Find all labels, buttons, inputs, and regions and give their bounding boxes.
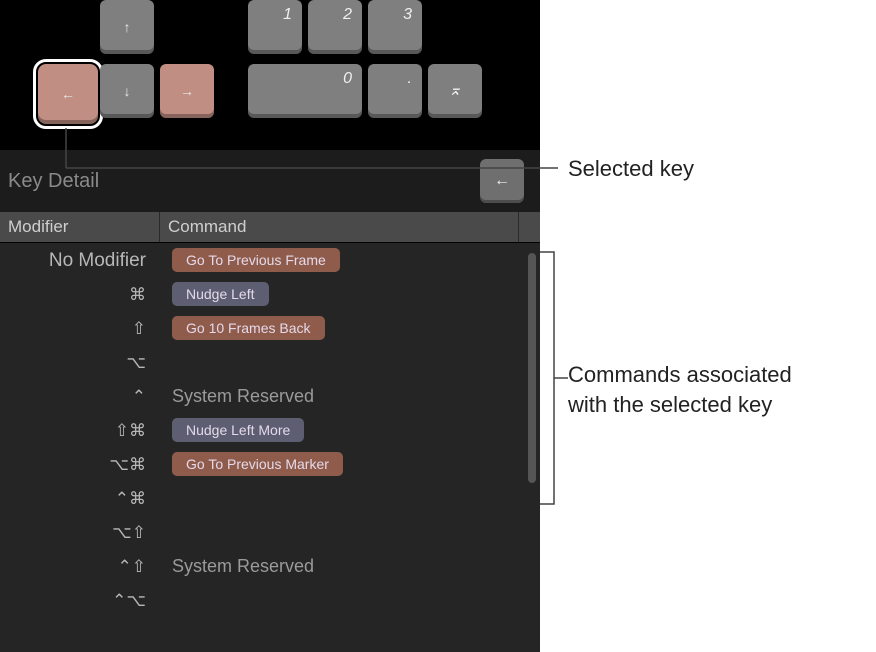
enter-icon: ⌅ [428,80,482,100]
command-pill[interactable]: Nudge Left More [172,418,304,442]
key-left-arrow[interactable]: ← [38,64,98,124]
numpad-2-label: 2 [343,6,352,24]
table-row[interactable]: ⌥⌘ Go To Previous Marker [0,447,540,481]
table-row[interactable]: ⌥⇧ [0,515,540,549]
system-reserved-label: System Reserved [172,386,314,407]
command-cell: Go 10 Frames Back [160,316,540,340]
key-right-arrow[interactable]: → [160,64,214,118]
modifier-cell: ⌃ [0,388,160,405]
right-arrow-icon: → [180,83,194,99]
numpad-dot-label: . [408,70,412,88]
column-header-row: Modifier Command [0,212,540,242]
modifier-cell: ⌃⌥ [0,592,160,609]
numpad-3-label: 3 [403,6,412,24]
key-numpad-3[interactable]: 3 [368,0,422,54]
command-pill[interactable]: Go 10 Frames Back [172,316,325,340]
command-cell: Nudge Left [160,282,540,306]
left-arrow-icon: ← [61,86,75,102]
column-header-command[interactable]: Command [160,217,518,237]
table-row[interactable]: ⇧⌘ Nudge Left More [0,413,540,447]
key-numpad-0[interactable]: 0 [248,64,362,118]
key-numpad-1[interactable]: 1 [248,0,302,54]
command-cell: System Reserved [160,386,540,407]
command-pill[interactable]: Go To Previous Frame [172,248,340,272]
annotation-commands-line1: Commands associated [568,360,792,390]
command-cell: Nudge Left More [160,418,540,442]
table-row[interactable]: ⌥ [0,345,540,379]
key-numpad-dot[interactable]: . [368,64,422,118]
key-numpad-2[interactable]: 2 [308,0,362,54]
modifier-cell: ⌘ [0,286,160,303]
key-detail-body: No Modifier Go To Previous Frame ⌘ Nudge Le… [0,242,540,652]
modifier-cell: ⌃⌘ [0,490,160,507]
column-header-spacer [518,212,540,242]
table-row[interactable]: ⌃⇧ System Reserved [0,549,540,583]
command-pill[interactable]: Nudge Left [172,282,269,306]
command-editor-panel: ↑ ← ↓ → 1 2 3 0 . ⌅ Key Detail [0,0,540,652]
modifier-cell: ⌥⌘ [0,456,160,473]
callout-bracket-commands [540,252,570,512]
key-up-arrow[interactable]: ↑ [100,0,154,54]
modifier-cell: ⌃⇧ [0,558,160,575]
key-down-arrow[interactable]: ↓ [100,64,154,118]
callout-line-selected-key [66,128,566,188]
table-row[interactable]: No Modifier Go To Previous Frame [0,243,540,277]
key-numpad-enter[interactable]: ⌅ [428,64,482,118]
modifier-cell: No Modifier [0,251,160,270]
column-header-modifier[interactable]: Modifier [0,212,160,242]
command-cell: Go To Previous Frame [160,248,540,272]
modifier-cell: ⌥ [0,354,160,371]
table-row[interactable]: ⌃⌥ [0,583,540,617]
table-row[interactable]: ⌃ System Reserved [0,379,540,413]
modifier-cell: ⇧ [0,320,160,337]
modifier-cell: ⇧⌘ [0,422,160,439]
annotation-selected-key: Selected key [568,154,694,184]
table-row[interactable]: ⇧ Go 10 Frames Back [0,311,540,345]
annotation-commands-line2: with the selected key [568,390,772,420]
numpad-0-label: 0 [343,70,352,88]
modifier-cell: ⌥⇧ [0,524,160,541]
up-arrow-icon: ↑ [124,19,131,35]
numpad-1-label: 1 [283,6,292,24]
command-pill[interactable]: Go To Previous Marker [172,452,343,476]
table-row[interactable]: ⌘ Nudge Left [0,277,540,311]
command-cell: Go To Previous Marker [160,452,540,476]
system-reserved-label: System Reserved [172,556,314,577]
command-cell: System Reserved [160,556,540,577]
down-arrow-icon: ↓ [124,83,131,99]
scrollbar-thumb[interactable] [528,253,536,483]
table-row[interactable]: ⌃⌘ [0,481,540,515]
